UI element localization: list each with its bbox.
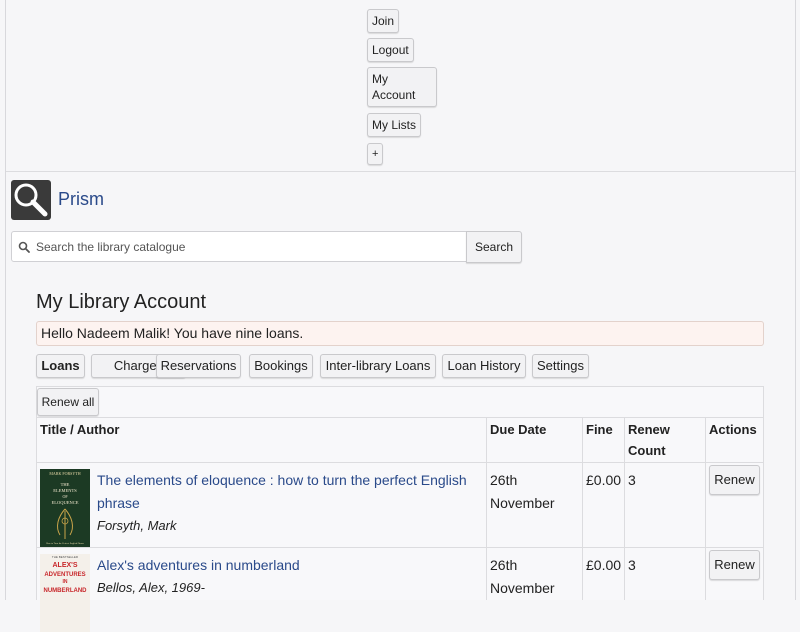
prism-logo-icon[interactable] bbox=[11, 180, 51, 220]
book-author: Forsyth, Mark bbox=[97, 518, 177, 533]
due-date: 26th November bbox=[490, 469, 580, 515]
search-button[interactable]: Search bbox=[466, 231, 522, 263]
header-title-author: Title / Author bbox=[40, 422, 120, 437]
cover-title-text: NUMBERLAND bbox=[44, 588, 88, 594]
header-renew-count: Renew Count bbox=[628, 419, 670, 461]
header-fine: Fine bbox=[586, 422, 613, 437]
join-button[interactable]: Join bbox=[367, 9, 400, 33]
header-renew-count-line2: Count bbox=[628, 443, 666, 458]
table-column-divider bbox=[705, 417, 706, 600]
brand-name-link[interactable]: Prism bbox=[58, 189, 104, 210]
header-due-date: Due Date bbox=[490, 422, 547, 437]
fine-amount: £0.00 bbox=[586, 472, 622, 488]
table-column-divider bbox=[582, 417, 583, 600]
search-field bbox=[11, 231, 468, 262]
renew-button[interactable]: Renew bbox=[709, 465, 760, 495]
header-actions: Actions bbox=[709, 422, 757, 437]
cover-title-text: ELOQUENCE bbox=[52, 500, 79, 505]
tab-loan-history[interactable]: Loan History bbox=[442, 354, 526, 378]
due-date-line2: November bbox=[490, 580, 555, 596]
renew-count: 3 bbox=[628, 557, 636, 573]
fine-amount: £0.00 bbox=[586, 557, 622, 573]
cover-title-text: ALEX'S bbox=[52, 562, 77, 569]
my-account-button[interactable]: My Account bbox=[367, 67, 437, 107]
page-title: My Library Account bbox=[36, 291, 207, 313]
cover-title-text: OF bbox=[62, 494, 68, 499]
greeting-message: Hello Nadeem Malik! You have nine loans. bbox=[36, 321, 764, 346]
due-date-line2: November bbox=[490, 495, 555, 511]
renew-all-button[interactable]: Renew all bbox=[37, 388, 99, 416]
tab-bookings[interactable]: Bookings bbox=[249, 354, 313, 378]
due-date: 26th November bbox=[490, 554, 580, 600]
book-author: Bellos, Alex, 1969- bbox=[97, 580, 205, 595]
header-divider bbox=[6, 171, 795, 172]
frame-border-left bbox=[5, 0, 6, 600]
book-title-link[interactable]: The elements of eloquence : how to turn … bbox=[97, 469, 482, 515]
book-cover-image[interactable]: MARK FORSYTH THE ELEMENTS OF ELOQUENCE H… bbox=[40, 469, 90, 547]
table-row-divider bbox=[37, 547, 763, 548]
table-column-divider bbox=[486, 417, 487, 600]
add-button[interactable]: + bbox=[367, 143, 384, 165]
logout-button[interactable]: Logout bbox=[367, 38, 414, 62]
cover-title-text: ELEMENTS bbox=[53, 488, 77, 493]
due-date-line1: 26th bbox=[490, 557, 518, 573]
book-cover-image[interactable]: THE BESTSELLER ALEX'S ADVENTURES IN NUMB… bbox=[40, 554, 90, 632]
due-date-line1: 26th bbox=[490, 472, 518, 488]
my-account-label-line2: Account bbox=[372, 88, 416, 102]
table-header-bottom-line bbox=[37, 462, 763, 463]
cover-tagline-text: THE BESTSELLER bbox=[52, 555, 79, 559]
renew-count: 3 bbox=[628, 472, 636, 488]
cover-title-text: IN bbox=[63, 579, 68, 585]
cover-title-text: THE bbox=[61, 482, 70, 487]
cover-author-text: MARK FORSYTH bbox=[49, 471, 80, 476]
search-input[interactable] bbox=[34, 236, 459, 258]
table-header-top-line bbox=[37, 417, 763, 418]
tab-settings[interactable]: Settings bbox=[532, 354, 589, 378]
header-renew-count-line1: Renew bbox=[628, 422, 670, 437]
tab-inter-library-loans[interactable]: Inter-library Loans bbox=[320, 354, 436, 378]
tab-loans[interactable]: Loans bbox=[36, 354, 85, 378]
cover-title-text: ADVENTURES bbox=[44, 572, 85, 578]
my-account-label-line1: My bbox=[372, 72, 388, 86]
table-column-divider bbox=[624, 417, 625, 600]
renew-button[interactable]: Renew bbox=[709, 550, 760, 580]
tab-reservations[interactable]: Reservations bbox=[156, 354, 241, 378]
my-lists-button[interactable]: My Lists bbox=[367, 113, 422, 137]
book-title-link[interactable]: Alex's adventures in numberland bbox=[97, 554, 482, 577]
frame-border-right bbox=[795, 0, 796, 600]
search-icon bbox=[18, 240, 30, 258]
cover-subtitle-text: How to Turn the Perfect English Phrase bbox=[46, 542, 84, 545]
